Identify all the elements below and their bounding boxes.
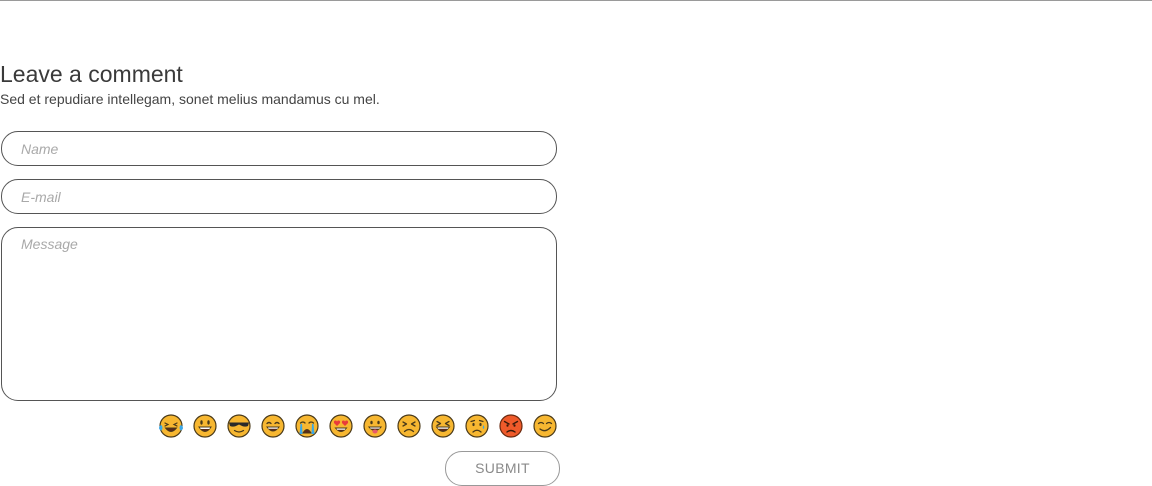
big-grin-emoji[interactable] bbox=[191, 412, 219, 440]
comment-heading: Leave a comment bbox=[0, 61, 183, 87]
squinting-frown-emoji[interactable] bbox=[395, 412, 423, 440]
crying-emoji[interactable] bbox=[293, 412, 321, 440]
name-input[interactable] bbox=[1, 131, 557, 166]
smirk-emoji[interactable] bbox=[531, 412, 559, 440]
grinning-squint-emoji[interactable] bbox=[429, 412, 457, 440]
heart-eyes-emoji[interactable] bbox=[327, 412, 355, 440]
submit-button[interactable]: SUBMIT bbox=[445, 451, 560, 486]
emoji-picker bbox=[157, 412, 559, 440]
comment-section: Leave a comment Sed et repudiare intelle… bbox=[0, 61, 560, 401]
angry-emoji[interactable] bbox=[497, 412, 525, 440]
laughing-tears-emoji[interactable] bbox=[157, 412, 185, 440]
comment-form bbox=[1, 131, 557, 401]
worried-emoji[interactable] bbox=[463, 412, 491, 440]
tongue-out-emoji[interactable] bbox=[361, 412, 389, 440]
grin-emoji[interactable] bbox=[259, 412, 287, 440]
comment-subheading: Sed et repudiare intellegam, sonet meliu… bbox=[0, 91, 380, 107]
top-divider bbox=[0, 0, 1152, 1]
sunglasses-emoji[interactable] bbox=[225, 412, 253, 440]
message-textarea[interactable] bbox=[1, 227, 557, 401]
email-input[interactable] bbox=[1, 179, 557, 214]
